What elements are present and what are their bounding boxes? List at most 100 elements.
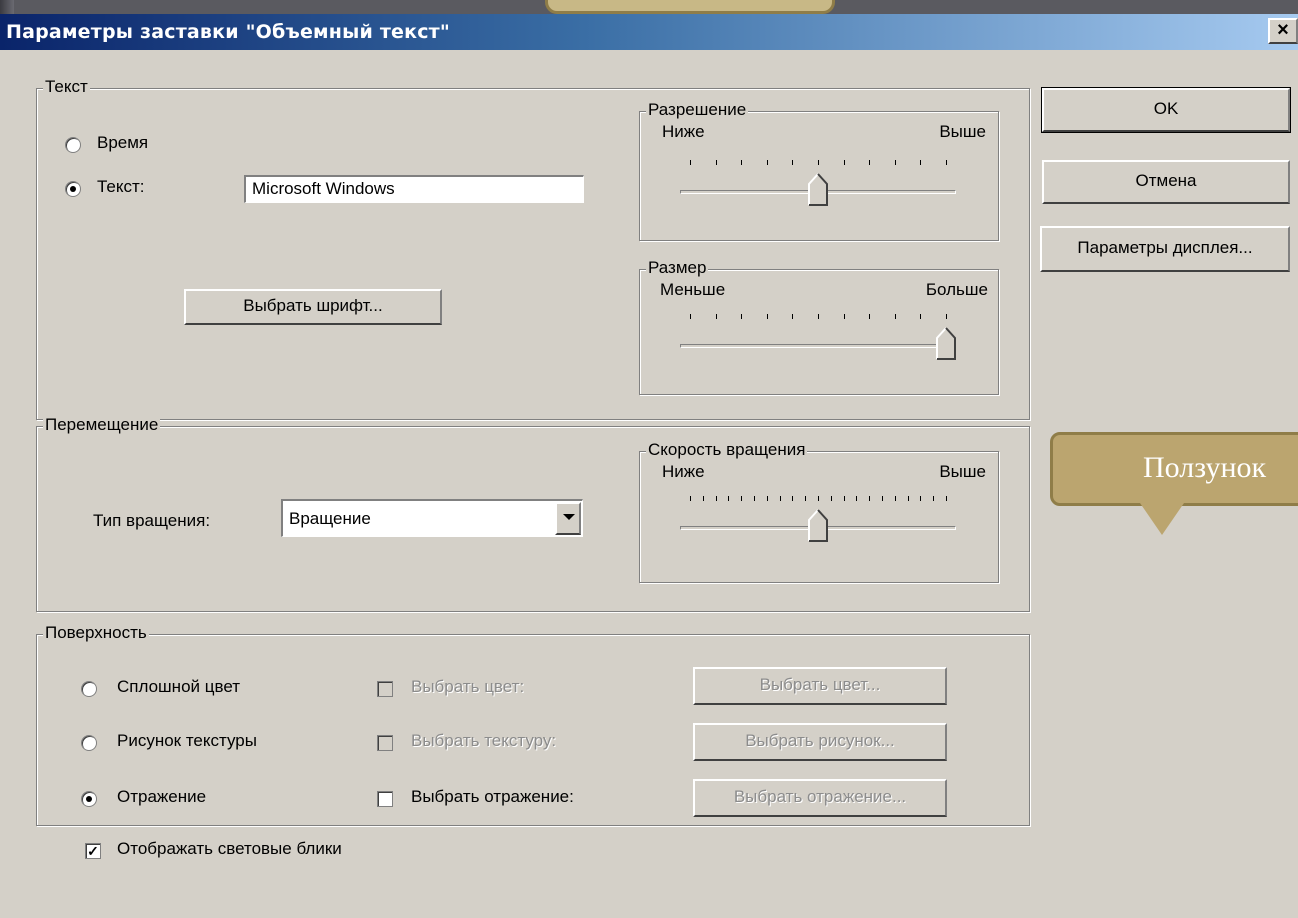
choose-texture-check-label: Выбрать текстуру: (411, 731, 557, 750)
slider-tick (741, 160, 742, 165)
slider-tick (716, 314, 717, 319)
slider-tick (767, 314, 768, 319)
slider-tick (792, 314, 793, 319)
slider-tick (869, 160, 870, 165)
text-group-legend: Текст (43, 77, 90, 97)
slider-callout-tail (1140, 503, 1184, 535)
time-radio-label: Время (97, 133, 149, 152)
rotation-speed-slider[interactable] (680, 496, 956, 546)
text-group: Текст Время Текст: Microsoft Windows Выб… (36, 77, 1030, 420)
slider-tick (946, 314, 947, 319)
motion-group: Перемещение Тип вращения: Вращение Скоро… (36, 415, 1030, 612)
slider-tick (920, 314, 921, 319)
resolution-high-label: Выше (939, 122, 986, 141)
rotation-speed-group: Скорость вращения Ниже Выше (639, 440, 999, 583)
slider-tick (805, 496, 806, 501)
slider-thumb[interactable] (808, 508, 828, 542)
size-high-label: Больше (925, 280, 988, 299)
size-legend: Размер (646, 258, 709, 278)
slider-tick (920, 496, 921, 501)
slider-track (680, 344, 956, 348)
surface-group-legend: Поверхность (43, 623, 149, 643)
slider-tick (716, 496, 717, 501)
slider-tick (767, 160, 768, 165)
slider-tick (818, 160, 819, 165)
choose-color-checkbox[interactable] (377, 681, 393, 697)
slider-tick (703, 496, 704, 501)
size-group: Размер Меньше Больше (639, 258, 999, 395)
slider-tick (767, 496, 768, 501)
slider-tick (741, 496, 742, 501)
highlights-label: Отображать световые блики (117, 839, 342, 858)
slider-tick (895, 314, 896, 319)
slider-tick (844, 160, 845, 165)
slider-tick (895, 160, 896, 165)
slider-tick (716, 160, 717, 165)
resolution-legend: Разрешение (646, 100, 749, 120)
size-slider[interactable] (680, 314, 956, 364)
slider-tick (741, 314, 742, 319)
choose-font-button[interactable]: Выбрать шрифт... (184, 289, 442, 325)
slider-tick (844, 496, 845, 501)
slider-tick (818, 496, 819, 501)
slider-tick (831, 496, 832, 501)
text-radio-label: Текст: (97, 177, 145, 196)
slider-tick (946, 160, 947, 165)
size-low-label: Меньше (660, 280, 726, 299)
rotation-type-select[interactable]: Вращение (281, 499, 583, 537)
motion-group-legend: Перемещение (43, 415, 161, 435)
resolution-slider[interactable] (680, 160, 956, 210)
slider-tick (895, 496, 896, 501)
slider-tick (869, 496, 870, 501)
choose-reflection-checkbox[interactable] (377, 791, 393, 807)
rotation-speed-high-label: Выше (939, 462, 986, 481)
time-radio[interactable] (65, 137, 81, 153)
slider-tick (856, 496, 857, 501)
choose-color-button[interactable]: Выбрать цвет... (693, 667, 947, 705)
texture-radio[interactable] (81, 735, 97, 751)
slider-tick (908, 496, 909, 501)
rotation-speed-low-label: Ниже (662, 462, 705, 481)
slider-tick (869, 314, 870, 319)
slider-callout: Ползунок (1050, 432, 1298, 506)
slider-tick (882, 496, 883, 501)
top-callout (545, 0, 835, 14)
solid-color-label: Сплошной цвет (117, 677, 241, 696)
reflection-label: Отражение (117, 787, 207, 806)
rotation-type-value: Вращение (289, 509, 371, 528)
rotation-type-label: Тип вращения: (93, 511, 211, 530)
slider-tick (792, 496, 793, 501)
reflection-radio[interactable] (81, 791, 97, 807)
slider-tick (844, 314, 845, 319)
slider-callout-text: Ползунок (1143, 451, 1267, 484)
choose-color-check-label: Выбрать цвет: (411, 677, 525, 696)
slider-tick (754, 496, 755, 501)
texture-label: Рисунок текстуры (117, 731, 257, 750)
slider-tick (920, 160, 921, 165)
slider-tick (946, 496, 947, 501)
surface-group: Поверхность Сплошной цвет Рисунок тексту… (36, 623, 1030, 859)
close-button[interactable]: × (1268, 18, 1298, 44)
ok-button[interactable]: OK (1041, 87, 1291, 133)
dropdown-arrow-icon[interactable] (555, 502, 581, 535)
slider-tick (792, 160, 793, 165)
slider-thumb[interactable] (808, 172, 828, 206)
text-input[interactable]: Microsoft Windows (244, 175, 584, 203)
slider-thumb[interactable] (936, 326, 956, 360)
slider-tick (690, 496, 691, 501)
text-radio[interactable] (65, 181, 81, 197)
slider-tick (933, 496, 934, 501)
choose-picture-button[interactable]: Выбрать рисунок... (693, 723, 947, 761)
solid-color-radio[interactable] (81, 681, 97, 697)
slider-tick (780, 496, 781, 501)
rotation-speed-legend: Скорость вращения (646, 440, 808, 460)
display-settings-button[interactable]: Параметры дисплея... (1040, 226, 1290, 272)
choose-texture-checkbox[interactable] (377, 735, 393, 751)
highlights-checkbox[interactable]: ✓ (85, 843, 101, 859)
choose-reflection-button[interactable]: Выбрать отражение... (693, 779, 947, 817)
dialog-title: Параметры заставки "Объемный текст" (6, 21, 450, 43)
cancel-button[interactable]: Отмена (1042, 160, 1290, 204)
title-bar[interactable]: Параметры заставки "Объемный текст" × (0, 14, 1298, 50)
slider-tick (690, 160, 691, 165)
choose-reflection-check-label: Выбрать отражение: (411, 787, 574, 806)
